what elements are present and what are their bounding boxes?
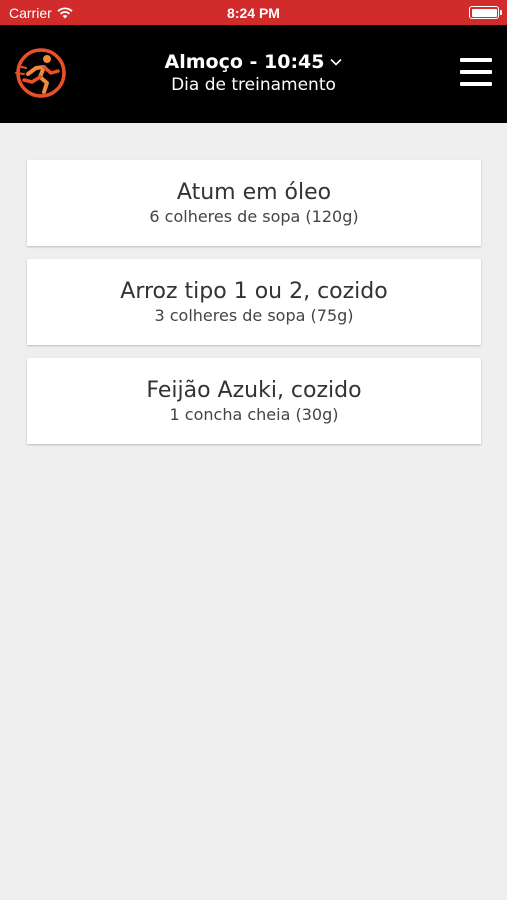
runner-logo-icon[interactable] (14, 46, 68, 100)
meal-title[interactable]: Almoço - 10:45 (165, 50, 325, 74)
chevron-down-icon[interactable] (330, 58, 343, 66)
food-portion: 1 concha cheia (30g) (169, 405, 339, 424)
battery-icon (469, 6, 502, 19)
food-list: Atum em óleo 6 colheres de sopa (120g) A… (27, 160, 481, 457)
food-portion: 3 colheres de sopa (75g) (154, 306, 354, 325)
food-card[interactable]: Atum em óleo 6 colheres de sopa (120g) (27, 160, 481, 246)
food-name: Feijão Azuki, cozido (146, 378, 362, 403)
status-bar: Carrier 8:24 PM (0, 0, 507, 25)
food-portion: 6 colheres de sopa (120g) (149, 207, 359, 226)
food-name: Atum em óleo (176, 180, 332, 205)
hamburger-menu-icon[interactable] (460, 58, 492, 86)
status-time: 8:24 PM (227, 5, 280, 21)
food-card[interactable]: Arroz tipo 1 ou 2, cozido 3 colheres de … (27, 259, 481, 345)
day-type-subtitle: Dia de treinamento (171, 75, 336, 95)
header-title-area[interactable]: Almoço - 10:45 Dia de treinamento (110, 50, 397, 96)
menu-line (460, 82, 492, 86)
food-name: Arroz tipo 1 ou 2, cozido (120, 279, 388, 304)
menu-line (460, 70, 492, 74)
menu-line (460, 58, 492, 62)
food-card[interactable]: Feijão Azuki, cozido 1 concha cheia (30g… (27, 358, 481, 444)
nav-bar: Almoço - 10:45 Dia de treinamento (0, 25, 507, 123)
